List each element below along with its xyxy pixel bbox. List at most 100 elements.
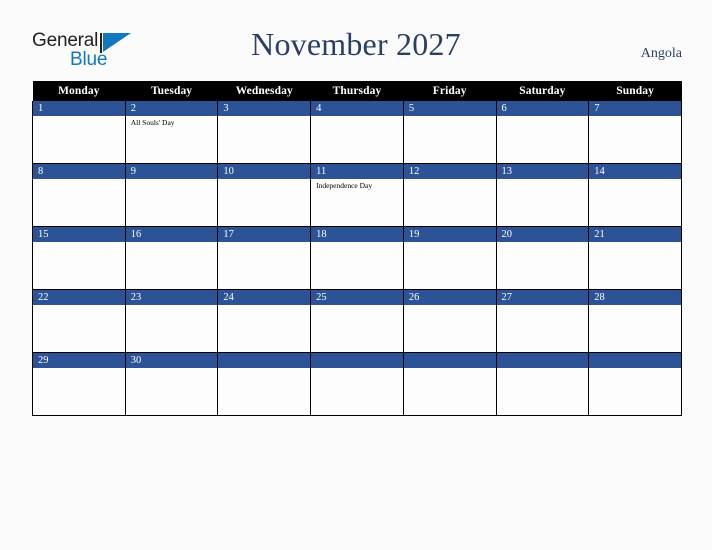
day-cell-content: 25 [311, 290, 403, 352]
weekday-header-monday: Monday [32, 81, 126, 101]
day-number: 22 [33, 290, 125, 305]
day-cell-content: 10 [218, 164, 311, 226]
day-cell-content: 4 [311, 101, 403, 163]
day-cell-content: 29 [33, 353, 125, 415]
calendar-day-cell[interactable]: 25 [310, 289, 404, 353]
calendar-day-cell[interactable]: 14 [588, 163, 682, 227]
calendar-day-cell[interactable]: 5 [402, 101, 497, 164]
day-cell-content: 28 [589, 290, 681, 352]
day-number: 5 [403, 101, 496, 116]
weekday-header-row: Monday Tuesday Wednesday Thursday Friday Satu… [32, 81, 682, 101]
day-number [311, 353, 403, 368]
calendar-day-cell[interactable]: 19 [402, 226, 497, 290]
calendar-day-cell[interactable]: 7 [588, 101, 682, 164]
day-number: 19 [403, 227, 496, 242]
day-number: 17 [218, 227, 311, 242]
day-cell-content: 18 [311, 227, 403, 289]
day-cell-content: 27 [496, 290, 589, 352]
day-cell-content: 23 [125, 290, 218, 352]
calendar-day-cell[interactable]: 26 [402, 289, 497, 353]
calendar-day-cell[interactable]: 18 [310, 226, 404, 290]
day-cell-content: 6 [496, 101, 589, 163]
day-cell-content: 20 [496, 227, 589, 289]
calendar-day-cell[interactable]: 11 Independence Day [310, 163, 404, 227]
country-label: Angola [640, 46, 682, 61]
day-cell-content: 2 All Souls' Day [125, 101, 218, 163]
calendar-day-cell[interactable]: 8 [32, 163, 126, 227]
day-number: 30 [125, 353, 218, 368]
calendar-day-cell[interactable]: 15 [32, 226, 126, 290]
day-cell-content: 22 [33, 290, 125, 352]
calendar-day-cell[interactable]: 23 [124, 289, 219, 353]
day-number: 4 [311, 101, 403, 116]
day-cell-content: 5 [403, 101, 496, 163]
calendar-day-cell[interactable]: 16 [124, 226, 219, 290]
day-number [496, 353, 589, 368]
calendar-day-cell[interactable]: 27 [495, 289, 590, 353]
calendar-day-cell[interactable]: 28 [588, 289, 682, 353]
day-cell-content: 30 [125, 353, 218, 415]
calendar-empty-cell[interactable] [495, 352, 590, 416]
day-cell-content [311, 353, 403, 415]
day-number: 2 [125, 101, 218, 116]
day-cell-content: 1 [33, 101, 125, 163]
calendar-empty-cell[interactable] [402, 352, 497, 416]
calendar-day-cell[interactable]: 22 [32, 289, 126, 353]
calendar-empty-cell[interactable] [217, 352, 312, 416]
weekday-header-thursday: Thursday [310, 81, 404, 101]
day-number [403, 353, 496, 368]
day-events: All Souls' Day [126, 116, 218, 128]
page-header: General Blue November 2027 Angola [0, 0, 712, 80]
day-cell-content: 3 [218, 101, 311, 163]
day-cell-content: 12 [403, 164, 496, 226]
calendar-day-cell[interactable]: 4 [310, 101, 404, 164]
day-number: 12 [403, 164, 496, 179]
calendar-week-row: 8 9 10 11 Independence Day 12 13 14 [32, 163, 682, 227]
day-cell-content: 24 [218, 290, 311, 352]
day-number: 11 [311, 164, 403, 179]
calendar-day-cell[interactable]: 3 [217, 101, 312, 164]
day-number [589, 353, 681, 368]
day-number: 16 [125, 227, 218, 242]
calendar-day-cell[interactable]: 29 [32, 352, 126, 416]
page-title: November 2027 [251, 26, 461, 62]
calendar-day-cell[interactable]: 12 [402, 163, 497, 227]
calendar-day-cell[interactable]: 2 All Souls' Day [124, 101, 219, 164]
day-number: 27 [496, 290, 589, 305]
day-number: 8 [33, 164, 125, 179]
day-number: 18 [311, 227, 403, 242]
day-events: Independence Day [311, 179, 403, 191]
weekday-header-tuesday: Tuesday [125, 81, 218, 101]
day-cell-content [589, 353, 681, 415]
calendar-day-cell[interactable]: 17 [217, 226, 312, 290]
calendar-day-cell[interactable]: 20 [495, 226, 590, 290]
calendar-day-cell[interactable]: 30 [124, 352, 219, 416]
day-cell-content: 15 [33, 227, 125, 289]
day-number: 23 [125, 290, 218, 305]
day-number [218, 353, 311, 368]
holiday-event: Independence Day [316, 181, 373, 190]
calendar-day-cell[interactable]: 6 [495, 101, 590, 164]
day-number: 6 [496, 101, 589, 116]
calendar-empty-cell[interactable] [310, 352, 404, 416]
weekday-header-sunday: Sunday [588, 81, 682, 101]
day-cell-content: 8 [33, 164, 125, 226]
calendar-day-cell[interactable]: 9 [124, 163, 219, 227]
day-cell-content [403, 353, 496, 415]
day-cell-content: 14 [589, 164, 681, 226]
calendar-day-cell[interactable]: 13 [495, 163, 590, 227]
weekday-header-saturday: Saturday [496, 81, 589, 101]
day-cell-content: 19 [403, 227, 496, 289]
calendar-day-cell[interactable]: 1 [32, 101, 126, 164]
weekday-header-wednesday: Wednesday [217, 81, 311, 101]
day-cell-content: 17 [218, 227, 311, 289]
day-number: 24 [218, 290, 311, 305]
calendar-day-cell[interactable]: 21 [588, 226, 682, 290]
calendar-day-cell[interactable]: 24 [217, 289, 312, 353]
calendar-day-cell[interactable]: 10 [217, 163, 312, 227]
calendar-empty-cell[interactable] [588, 352, 682, 416]
day-number: 26 [403, 290, 496, 305]
day-cell-content: 13 [496, 164, 589, 226]
day-number: 28 [589, 290, 681, 305]
day-cell-content: 16 [125, 227, 218, 289]
